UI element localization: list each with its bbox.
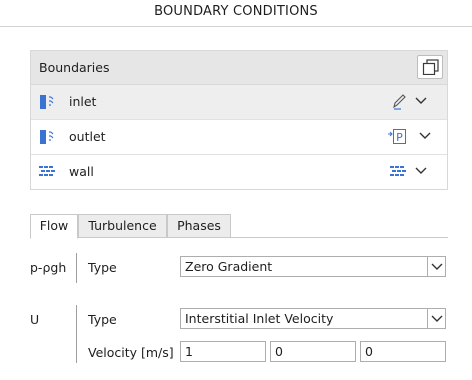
wall-icon[interactable] bbox=[390, 165, 407, 179]
velocity-y-input[interactable] bbox=[270, 341, 356, 362]
chevron-down-icon bbox=[431, 315, 443, 322]
chevron-down-icon[interactable] bbox=[415, 96, 427, 106]
pressure-outlet-icon[interactable]: P bbox=[387, 128, 407, 146]
pressure-label: P bbox=[396, 131, 403, 144]
p-rgh-type-select[interactable]: Zero Gradient bbox=[180, 256, 446, 277]
type-label: Type bbox=[88, 312, 117, 327]
boundary-row-inlet[interactable]: inlet bbox=[31, 85, 447, 120]
boundary-name: inlet bbox=[69, 94, 97, 109]
boundaries-header-label: Boundaries bbox=[39, 60, 110, 75]
dropdown-button[interactable] bbox=[427, 309, 445, 328]
patch-icon bbox=[40, 95, 54, 109]
panel-title: BOUNDARY CONDITIONS bbox=[0, 0, 472, 27]
boundary-name: outlet bbox=[69, 129, 106, 144]
velocity-label: Velocity [m/s] bbox=[88, 345, 174, 360]
copy-icon bbox=[422, 59, 439, 75]
pencil-icon[interactable] bbox=[391, 93, 407, 110]
boundary-row-outlet[interactable]: outlet P bbox=[31, 120, 447, 155]
u-type-select[interactable]: Interstitial Inlet Velocity bbox=[180, 308, 446, 329]
chevron-down-icon[interactable] bbox=[415, 166, 427, 176]
field-name-u: U bbox=[30, 312, 40, 327]
patch-icon bbox=[40, 130, 54, 144]
tab-phases[interactable]: Phases bbox=[167, 214, 231, 238]
wall-icon bbox=[39, 166, 55, 176]
field-separator bbox=[76, 253, 77, 283]
tab-turbulence[interactable]: Turbulence bbox=[78, 214, 167, 238]
boundaries-panel: Boundaries inlet outlet P wall bbox=[30, 50, 448, 190]
chevron-down-icon bbox=[431, 263, 443, 270]
tab-flow[interactable]: Flow bbox=[30, 214, 78, 239]
copy-button[interactable] bbox=[417, 55, 443, 79]
select-value: Zero Gradient bbox=[185, 259, 273, 274]
chevron-down-icon[interactable] bbox=[419, 131, 431, 141]
velocity-z-input[interactable] bbox=[360, 341, 446, 362]
select-value: Interstitial Inlet Velocity bbox=[185, 311, 334, 326]
boundaries-header: Boundaries bbox=[31, 51, 447, 85]
field-name-p-rgh: p-ρgh bbox=[30, 260, 67, 275]
dropdown-button[interactable] bbox=[427, 257, 445, 276]
velocity-x-input[interactable] bbox=[180, 341, 266, 362]
boundary-name: wall bbox=[69, 164, 94, 179]
field-separator bbox=[76, 305, 77, 363]
boundary-row-wall[interactable]: wall bbox=[31, 155, 447, 190]
type-label: Type bbox=[88, 260, 117, 275]
